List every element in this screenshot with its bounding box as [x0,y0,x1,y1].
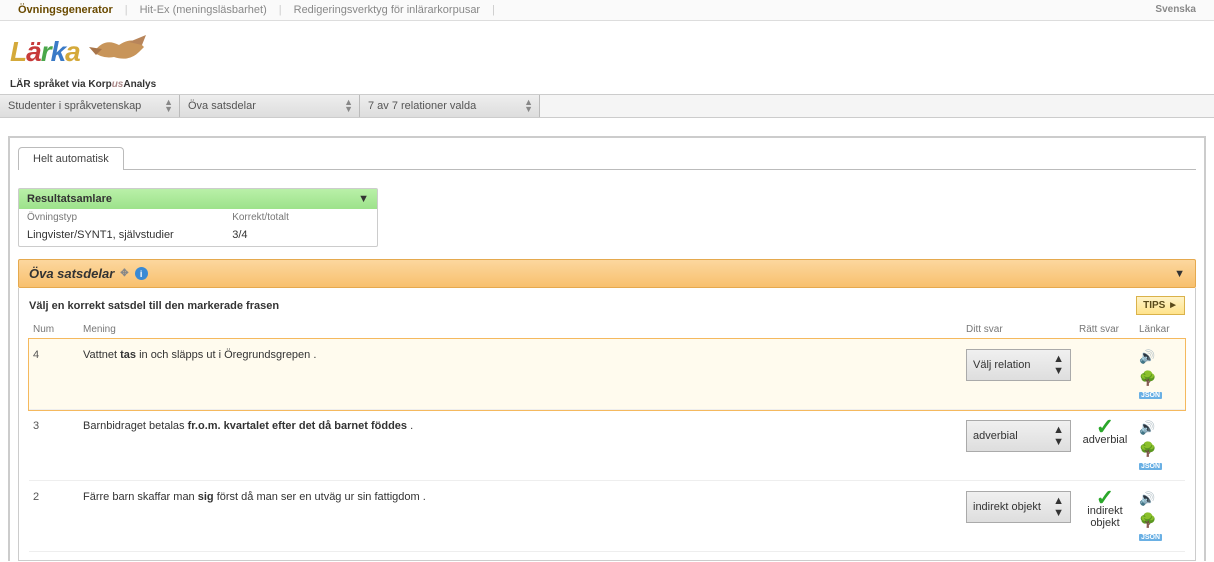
chevron-down-icon[interactable]: ▼ [1174,268,1185,280]
tree-icon[interactable]: 🌳 [1139,370,1156,387]
th-answer: Ditt svar [962,321,1075,339]
cell-sentence: Färre barn skaffar man sig först då man … [79,481,962,552]
updown-icon: ▲▼ [524,99,531,113]
chevron-down-icon: ▼ [358,193,369,205]
cell-correct: ✓adverbial [1075,410,1135,481]
instruction-row: Välj en korrekt satsdel till den markera… [29,296,1185,315]
nav-link-hitex[interactable]: Hit-Ex (meningsläsbarhet) [132,4,275,16]
results-header[interactable]: Resultatsamlare ▼ [19,189,377,209]
selector-exercise-label: Öva satsdelar [188,100,256,112]
answer-select[interactable]: Välj relation▲▼ [966,349,1071,381]
table-row: 2Färre barn skaffar man sig först då man… [29,481,1185,552]
top-nav: Övningsgenerator | Hit-Ex (meningsläsbar… [0,0,1214,21]
move-icon[interactable]: ✥ [120,268,128,279]
exercise-header: Öva satsdelar ✥ i ▼ [18,259,1196,288]
selector-relations[interactable]: 7 av 7 relationer valda ▲▼ [360,95,540,117]
logo-text: Lärka [10,36,80,68]
exercise-body: Välj en korrekt satsdel till den markera… [18,288,1196,561]
cell-num: 2 [29,481,79,552]
results-row-type: Lingvister/SYNT1, självstudier [27,229,232,241]
tree-icon[interactable]: 🌳 [1139,512,1156,529]
answer-select[interactable]: indirekt objekt▲▼ [966,491,1071,523]
info-icon[interactable]: i [135,267,148,280]
bird-icon [84,27,154,77]
nav-link-generator[interactable]: Övningsgenerator [10,4,121,16]
selector-exercise[interactable]: Öva satsdelar ▲▼ [180,95,360,117]
logo: Lärka [0,21,1214,79]
check-icon: ✓ [1079,420,1131,434]
exercise-title-group: Öva satsdelar ✥ i [29,266,148,281]
results-row: Lingvister/SYNT1, självstudier 3/4 [19,226,377,246]
tips-button[interactable]: TIPS ► [1136,296,1185,315]
selector-relations-label: 7 av 7 relationer valda [368,100,476,112]
nav-separator: | [279,4,282,16]
sound-icon[interactable]: 🔊 [1139,349,1155,365]
cell-answer: adverbial▲▼ [962,410,1075,481]
tab-strip: Helt automatisk [18,146,1196,170]
nav-separator: | [125,4,128,16]
th-num: Num [29,321,79,339]
th-links: Länkar [1135,321,1185,339]
exercise-title: Öva satsdelar [29,266,114,281]
results-column-headers: Övningstyp Korrekt/totalt [19,209,377,226]
cell-sentence: Vattnet tas in och släpps ut i Öregrunds… [79,339,962,410]
updown-icon: ▲▼ [344,99,351,113]
tagline: LÄR språket via KorpusAnalys [0,79,1214,94]
selector-audience-label: Studenter i språkvetenskap [8,100,141,112]
updown-icon: ▲▼ [1053,495,1064,519]
cell-answer: indirekt objekt▲▼ [962,481,1075,552]
check-icon: ✓ [1079,491,1131,505]
cell-sentence: Barnbidraget betalas fr.o.m. kvartalet e… [79,410,962,481]
nav-separator: | [492,4,495,16]
tree-icon[interactable]: 🌳 [1139,441,1156,458]
answer-select[interactable]: adverbial▲▼ [966,420,1071,452]
updown-icon: ▲▼ [1053,424,1064,448]
cell-links: 🔊 🌳 JSON [1135,481,1185,552]
main-content: Helt automatisk Resultatsamlare ▼ Övning… [8,136,1206,561]
top-nav-links: Övningsgenerator | Hit-Ex (meningsläsbar… [10,4,495,16]
selector-bar: Studenter i språkvetenskap ▲▼ Öva satsde… [0,94,1214,118]
table-row: 3Barnbidraget betalas fr.o.m. kvartalet … [29,410,1185,481]
updown-icon: ▲▼ [1053,353,1064,377]
exercise-table: Num Mening Ditt svar Rätt svar Länkar 4V… [29,321,1185,552]
results-col-type: Övningstyp [27,212,232,223]
cell-num: 3 [29,410,79,481]
json-badge[interactable]: JSON [1139,534,1162,541]
selector-audience[interactable]: Studenter i språkvetenskap ▲▼ [0,95,180,117]
cell-num: 4 [29,339,79,410]
cell-answer: Välj relation▲▼ [962,339,1075,410]
sound-icon[interactable]: 🔊 [1139,491,1155,507]
correct-label: adverbial [1079,434,1131,446]
cell-links: 🔊 🌳 JSON [1135,410,1185,481]
th-correct: Rätt svar [1075,321,1135,339]
language-switch[interactable]: Svenska [1155,4,1204,16]
correct-label: indirekt objekt [1079,505,1131,529]
cell-links: 🔊 🌳 JSON [1135,339,1185,410]
nav-link-editor[interactable]: Redigeringsverktyg för inlärarkorpusar [286,4,488,16]
table-row: 4Vattnet tas in och släpps ut i Öregrund… [29,339,1185,410]
exercise-instruction: Välj en korrekt satsdel till den markera… [29,300,279,312]
th-sentence: Mening [79,321,962,339]
cell-correct [1075,339,1135,410]
results-col-score: Korrekt/totalt [232,212,369,223]
results-collector: Resultatsamlare ▼ Övningstyp Korrekt/tot… [18,188,378,247]
cell-correct: ✓indirekt objekt [1075,481,1135,552]
tab-automatic[interactable]: Helt automatisk [18,147,124,170]
results-row-score: 3/4 [232,229,369,241]
json-badge[interactable]: JSON [1139,392,1162,399]
sound-icon[interactable]: 🔊 [1139,420,1155,436]
updown-icon: ▲▼ [164,99,171,113]
results-title: Resultatsamlare [27,193,112,205]
json-badge[interactable]: JSON [1139,463,1162,470]
